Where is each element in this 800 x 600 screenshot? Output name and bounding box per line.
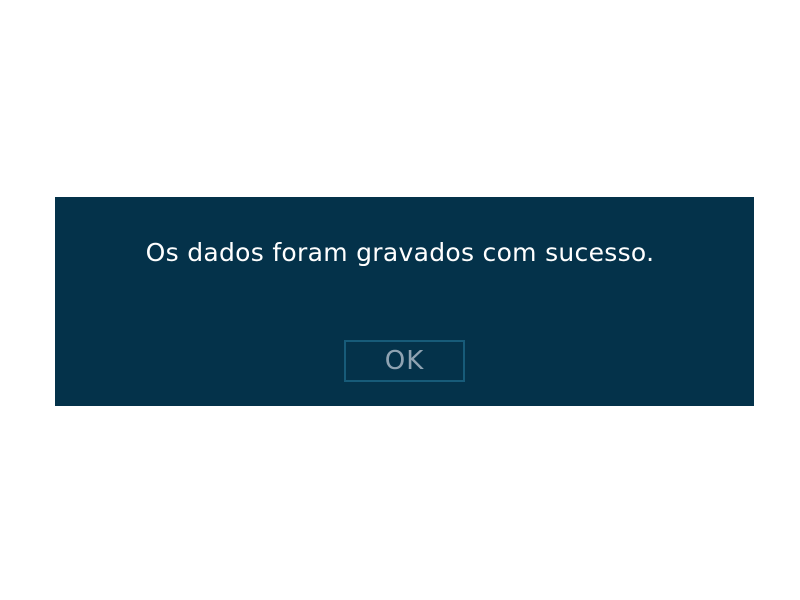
screen-background: Os dados foram gravados com sucesso. OK [0, 0, 800, 600]
ok-button[interactable]: OK [344, 340, 465, 382]
dialog-message: Os dados foram gravados com sucesso. [145, 238, 655, 267]
